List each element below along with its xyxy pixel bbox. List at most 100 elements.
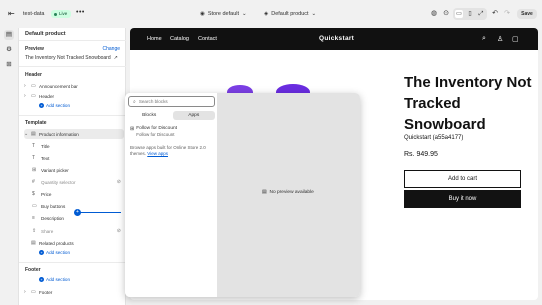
theme-icon: ◉ [200, 11, 205, 17]
add-section-label: Add section [46, 277, 71, 282]
app-block-text: Follow for Discount Follow for Discount [136, 126, 177, 138]
buy-now-button[interactable]: Buy it now [404, 190, 521, 208]
plus-icon: + [39, 103, 44, 108]
section-icon: ▤ [31, 240, 36, 246]
section-icon: ▭ [31, 289, 36, 295]
quantity-icon: # [32, 179, 35, 185]
sections-panel: Default product Preview Change The Inven… [18, 28, 126, 305]
title-icon: T [32, 143, 36, 149]
change-link[interactable]: Change [102, 46, 120, 52]
tab-apps[interactable]: Apps [172, 111, 215, 120]
redo-icon[interactable]: ↷ [503, 10, 511, 18]
more-actions-icon[interactable]: ••• [76, 9, 85, 16]
nav-link-catalog[interactable]: Catalog [170, 36, 189, 42]
section-label: Header [39, 93, 55, 99]
desktop-view-icon[interactable]: ▭ [455, 10, 463, 18]
undo-icon[interactable]: ↶ [491, 10, 499, 18]
search-icon: ⌕ [133, 98, 136, 105]
block-picker-popover: ⌕ Blocks Apps ⊞ Follow for Discount Foll… [125, 93, 360, 297]
block-label: Description [41, 215, 64, 221]
header-group-label: Header [25, 72, 42, 78]
live-dot-icon [54, 12, 57, 16]
app-embeds-icon[interactable]: ⊞ [4, 60, 14, 70]
add-to-cart-button[interactable]: Add to cart [404, 170, 521, 188]
search-input[interactable] [138, 99, 209, 104]
template-selector[interactable]: ◈ Default product ⌄ [264, 11, 316, 17]
theme-settings-icon[interactable]: ⚙ [4, 45, 14, 55]
template-label: Default product [271, 11, 309, 17]
block-label: Buy buttons [41, 203, 66, 209]
account-icon[interactable]: ♙ [497, 35, 503, 43]
section-label: Footer [39, 289, 53, 295]
tab-blocks[interactable]: Blocks [128, 111, 171, 120]
add-section-button[interactable]: + Add section [39, 103, 70, 108]
add-block-icon[interactable]: + [74, 209, 81, 216]
template-group-label: Template [25, 120, 47, 126]
preview-product-name: The Inventory Not Tracked Snowboard [25, 55, 111, 61]
page-title: Default product [25, 31, 66, 37]
template-icon: ◈ [264, 11, 269, 17]
browse-apps-text: Browse apps built for Online Store 2.0 t… [130, 145, 215, 157]
section-row-announcement-bar[interactable]: › ▭ Announcement bar [24, 81, 124, 91]
inspector-icon[interactable]: ⊙ [442, 10, 450, 18]
section-icon: ▭ [31, 93, 36, 99]
price-icon: $ [32, 191, 35, 197]
chevron-right-icon[interactable]: › [24, 83, 31, 89]
section-row-header[interactable]: › ▭ Header [24, 91, 124, 101]
theme-selector[interactable]: ◉ Store default ⌄ [200, 11, 247, 17]
chevron-down-icon: ⌄ [242, 11, 247, 17]
chevron-down-icon[interactable]: ⌄ [24, 131, 31, 137]
view-apps-link[interactable]: View apps [147, 151, 168, 156]
preview-product[interactable]: The Inventory Not Tracked Snowboard ↗ [25, 55, 118, 61]
nav-link-home[interactable]: Home [147, 36, 162, 42]
full-width-icon[interactable]: ⤢ [477, 10, 485, 18]
status-badge: Live [51, 10, 72, 18]
viewport-switcher: ▭ ▯ ⤢ [453, 8, 487, 20]
section-row-footer[interactable]: › ▭ Footer [24, 287, 124, 297]
preview-label: Preview [25, 46, 44, 52]
sidekick-icon[interactable]: ◍ [430, 10, 438, 18]
drop-indicator [76, 212, 121, 213]
product-vendor: Quickstart (a55a4177) [404, 135, 464, 141]
external-link-icon: ↗ [113, 55, 118, 61]
save-button[interactable]: Save [517, 9, 537, 19]
exit-icon[interactable]: ⇤ [8, 10, 16, 18]
section-row-related-products[interactable]: ▤ Related products [24, 238, 124, 248]
mobile-view-icon[interactable]: ▯ [466, 10, 474, 18]
app-block-item[interactable]: ⊞ Follow for Discount Follow for Discoun… [130, 126, 177, 138]
chevron-right-icon[interactable]: › [24, 289, 31, 295]
add-section-button[interactable]: + Add section [39, 250, 70, 255]
section-row-product-information[interactable]: ⌄ ▤ Product information [24, 129, 124, 139]
no-preview-message: ▤ No preview available [262, 190, 314, 195]
plus-icon: + [39, 277, 44, 282]
block-row-share[interactable]: ⇪ Share ⊘ [32, 226, 124, 236]
search-field[interactable]: ⌕ [128, 96, 215, 107]
cart-icon[interactable]: ▢ [512, 35, 519, 43]
block-label: Price [41, 191, 52, 197]
footer-group-label: Footer [25, 267, 41, 273]
block-row-quantity-selector[interactable]: # Quantity selector ⊘ [32, 177, 124, 187]
divider [19, 115, 126, 116]
no-preview-label: No preview available [269, 190, 314, 195]
icon-rail: ▤ ⚙ ⊞ [0, 28, 18, 305]
chevron-right-icon[interactable]: › [24, 93, 31, 99]
chevron-down-icon: ⌄ [311, 11, 317, 17]
hidden-eye-icon[interactable]: ⊘ [117, 228, 121, 234]
plus-icon: + [39, 250, 44, 255]
store-logo[interactable]: Quickstart [319, 35, 354, 42]
store-header: Home Catalog Contact Quickstart ⌕ ♙ ▢ [130, 28, 538, 50]
block-label: Variant picker [41, 167, 69, 173]
block-row-price[interactable]: $ Price [32, 189, 124, 199]
block-picker-list: ⌕ Blocks Apps ⊞ Follow for Discount Foll… [125, 93, 218, 297]
add-section-button[interactable]: + Add section [39, 277, 70, 282]
divider [19, 40, 126, 41]
block-row-text[interactable]: T Text [32, 153, 124, 163]
sections-icon[interactable]: ▤ [4, 30, 14, 40]
nav-link-contact[interactable]: Contact [198, 36, 217, 42]
block-row-title[interactable]: T Title [32, 141, 124, 151]
hidden-eye-icon[interactable]: ⊘ [117, 179, 121, 185]
block-label: Title [41, 143, 50, 149]
block-row-variant-picker[interactable]: ⊞ Variant picker [32, 165, 124, 175]
section-label: Announcement bar [39, 83, 78, 89]
search-icon[interactable]: ⌕ [482, 35, 486, 43]
